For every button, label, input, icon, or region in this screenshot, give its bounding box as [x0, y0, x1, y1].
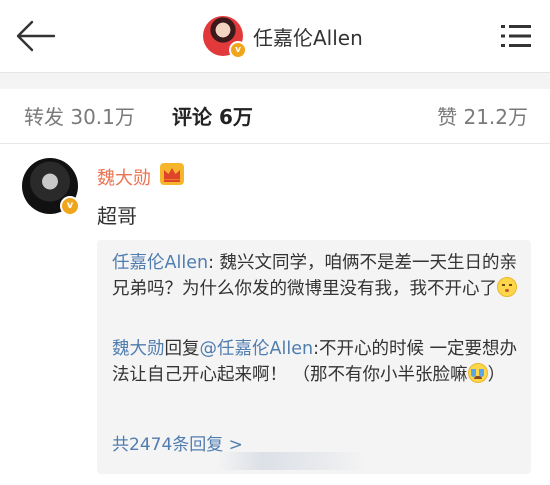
- reply-separator: :: [208, 253, 220, 273]
- comment-text: 超哥: [97, 204, 137, 228]
- tab-repost-label: 转发: [24, 105, 64, 129]
- tab-comments-count: 6万: [218, 105, 253, 129]
- section-gap: [0, 73, 550, 89]
- reply-mention[interactable]: @任嘉伦Allen: [200, 339, 314, 359]
- tab-likes-count: 21.2万: [463, 105, 528, 129]
- tab-likes[interactable]: 赞 21.2万: [437, 101, 528, 130]
- crying-face-icon: [467, 363, 488, 383]
- avatar[interactable]: v: [203, 16, 247, 59]
- comment-item: v 魏大勋 超哥 任嘉伦Allen: 魏兴文同学，咱俩不是差一天生日的亲兄弟吗？…: [0, 144, 550, 485]
- tab-comments-label: 评论: [172, 105, 212, 129]
- reply-author[interactable]: 任嘉伦Allen: [112, 253, 208, 273]
- comment-author[interactable]: 魏大勋: [97, 164, 151, 190]
- reply-word: 回复: [164, 339, 200, 359]
- reply-item: 任嘉伦Allen: 魏兴文同学，咱俩不是差一天生日的亲兄弟吗？为什么你发的微博里…: [112, 250, 518, 302]
- arrow-left-icon[interactable]: [14, 18, 58, 54]
- watermark: [217, 452, 367, 470]
- verified-badge: v: [229, 41, 247, 59]
- tab-likes-label: 赞: [437, 105, 458, 129]
- crown-icon: [160, 163, 184, 185]
- tab-repost-count: 30.1万: [70, 105, 135, 129]
- menu-lines-icon[interactable]: [499, 22, 533, 50]
- tab-comments[interactable]: 评论 6万: [172, 101, 253, 130]
- replies-box: 任嘉伦Allen: 魏兴文同学，咱俩不是差一天生日的亲兄弟吗？为什么你发的微博里…: [97, 240, 531, 474]
- tab-repost[interactable]: 转发 30.1万: [24, 101, 135, 130]
- page-title: 任嘉伦Allen: [253, 25, 363, 50]
- pouting-face-icon: [497, 277, 517, 297]
- reply-item: 魏大勋回复@任嘉伦Allen:不开心的时候 一定要想办法让自己开心起来啊！ （那…: [112, 336, 518, 388]
- reply-text-end: ）: [487, 365, 506, 385]
- top-bar: v 任嘉伦Allen: [0, 0, 550, 72]
- comment-avatar[interactable]: v: [22, 158, 80, 216]
- header-user[interactable]: v 任嘉伦Allen: [203, 14, 363, 59]
- verified-badge: v: [60, 196, 80, 216]
- reply-author[interactable]: 魏大勋: [112, 339, 165, 359]
- tab-bar: 转发 30.1万 评论 6万 赞 21.2万: [0, 89, 550, 143]
